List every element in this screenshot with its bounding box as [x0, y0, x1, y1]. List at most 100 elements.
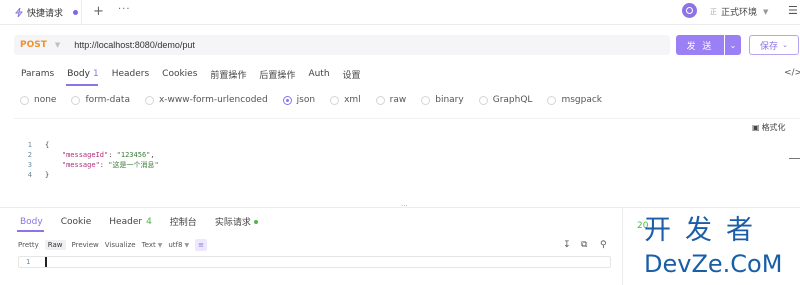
active-response-tab-indicator	[17, 230, 44, 232]
tab-quick-request[interactable]: 快捷请求	[0, 0, 82, 25]
tab-settings[interactable]: 设置	[343, 68, 361, 81]
code-line: 1{	[22, 140, 159, 150]
code-content[interactable]: 1{ 2 "messageId": "123456", 3 "message":…	[22, 140, 159, 180]
chevron-down-icon: ▼	[184, 242, 190, 249]
download-icon[interactable]: ↧	[563, 240, 571, 250]
body-type-binary[interactable]: binary	[421, 95, 464, 105]
code-text: }	[45, 171, 50, 179]
search-icon[interactable]: ⚲	[600, 240, 607, 250]
format-raw[interactable]: Raw	[44, 240, 66, 250]
more-tabs-button[interactable]: ···	[118, 4, 131, 15]
radio-icon	[330, 95, 340, 105]
environment-select[interactable]: 正 正式环境 ▼	[710, 5, 769, 19]
text-type-select[interactable]: Text ▼	[142, 241, 163, 249]
header-label: Header	[109, 216, 143, 227]
json-key: "message"	[61, 161, 100, 169]
json-key: "messageId"	[61, 151, 109, 159]
tab-response-cookie[interactable]: Cookie	[61, 217, 92, 227]
save-button[interactable]: 保存 ⌄	[749, 35, 799, 55]
request-bar: POST ▼ http://localhost:8080/demo/put	[14, 35, 670, 55]
body-type-radios: none form-data x-www-form-urlencoded jso…	[20, 94, 617, 106]
format-button[interactable]: ▣ 格式化	[752, 122, 786, 133]
radio-icon	[547, 95, 557, 105]
encoding-select[interactable]: utf8 ▼	[168, 241, 189, 249]
text-type-label: Text	[141, 241, 156, 249]
radio-selected-icon	[282, 95, 292, 105]
radio-icon	[375, 95, 385, 105]
body-type-label: msgpack	[561, 95, 602, 105]
format-preview[interactable]: Preview	[72, 241, 99, 249]
panel-divider	[0, 207, 800, 208]
encoding-label: utf8	[168, 241, 183, 249]
tab-body[interactable]: Body 1	[67, 69, 98, 79]
lightning-icon	[15, 8, 23, 17]
body-type-msgpack[interactable]: msgpack	[547, 95, 602, 105]
body-type-xml[interactable]: xml	[330, 95, 361, 105]
body-type-urlencoded[interactable]: x-www-form-urlencoded	[144, 95, 268, 105]
chevron-down-icon[interactable]: ▼	[55, 41, 60, 49]
response-editor[interactable]	[18, 256, 611, 268]
code-text: {	[45, 141, 50, 149]
radio-icon	[478, 95, 488, 105]
json-sep: :	[108, 151, 117, 159]
body-type-form-data[interactable]: form-data	[71, 95, 130, 105]
save-label: 保存	[760, 41, 779, 52]
json-value: "这是一个消息"	[108, 161, 159, 169]
format-label: 格式化	[761, 123, 786, 132]
response-tabs: Body Cookie Header 4 控制台 实际请求	[20, 215, 276, 228]
body-type-label: xml	[344, 95, 361, 105]
send-options-button[interactable]: ⌄	[725, 35, 741, 55]
tab-title: 快捷请求	[27, 9, 64, 19]
json-value: "123456"	[116, 151, 151, 159]
actual-request-label: 实际请求	[214, 218, 251, 228]
code-line: 4}	[22, 170, 159, 180]
header-count: 4	[146, 216, 152, 227]
chevron-down-icon: ⌄	[782, 41, 788, 49]
environment-icon[interactable]	[682, 3, 697, 18]
line-number: 4	[27, 171, 32, 179]
tab-bar: 快捷请求 + ··· 正 正式环境 ▼ ☰	[0, 0, 800, 25]
body-type-raw[interactable]: raw	[375, 95, 406, 105]
body-type-none[interactable]: none	[20, 95, 56, 105]
status-dot	[253, 219, 258, 224]
code-icon[interactable]: </>	[784, 68, 800, 78]
body-type-label: binary	[435, 95, 464, 105]
tab-headers[interactable]: Headers	[112, 69, 149, 79]
tab-console[interactable]: 控制台	[170, 215, 197, 228]
tab-pre-script[interactable]: 前置操作	[210, 68, 246, 81]
tab-body-count: 1	[92, 69, 99, 79]
copy-icon[interactable]: ⧉	[581, 240, 587, 250]
method-select[interactable]: POST	[20, 40, 47, 50]
tab-params[interactable]: Params	[21, 69, 54, 79]
env-label: 正式环境	[721, 8, 758, 18]
chevron-down-icon: ⌄	[729, 40, 737, 50]
code-line: 2 "messageId": "123456",	[22, 150, 159, 160]
tab-response-header[interactable]: Header 4	[109, 217, 152, 227]
unsaved-dot	[73, 10, 78, 15]
format-visualize[interactable]: Visualize	[105, 241, 136, 249]
wrap-lines-icon[interactable]: ≡	[195, 239, 208, 251]
resize-handle[interactable]: ···	[401, 202, 408, 210]
tab-cookies[interactable]: Cookies	[162, 69, 197, 79]
tab-response-body[interactable]: Body	[20, 217, 43, 227]
tab-auth[interactable]: Auth	[308, 69, 329, 79]
menu-icon[interactable]: ☰	[788, 4, 798, 17]
radio-icon	[20, 95, 29, 105]
chevron-down-icon: ▼	[763, 7, 769, 16]
radio-icon	[144, 95, 154, 105]
tab-actual-request[interactable]: 实际请求	[215, 215, 258, 228]
line-number: 3	[27, 161, 32, 169]
body-type-graphql[interactable]: GraphQL	[478, 95, 532, 105]
line-number: 1	[27, 141, 32, 149]
add-tab-button[interactable]: +	[93, 5, 104, 18]
tab-post-script[interactable]: 后置操作	[259, 68, 295, 81]
url-input[interactable]: http://localhost:8080/demo/put	[74, 40, 195, 50]
body-type-label: none	[34, 95, 57, 105]
watermark-text: 开发者	[644, 215, 767, 246]
active-tab-indicator	[66, 84, 98, 86]
format-pretty[interactable]: Pretty	[18, 241, 39, 249]
body-type-json[interactable]: json	[282, 95, 315, 105]
send-button[interactable]: 发 送	[676, 35, 724, 55]
body-type-label: x-www-form-urlencoded	[158, 95, 268, 105]
body-type-label: form-data	[85, 95, 130, 105]
